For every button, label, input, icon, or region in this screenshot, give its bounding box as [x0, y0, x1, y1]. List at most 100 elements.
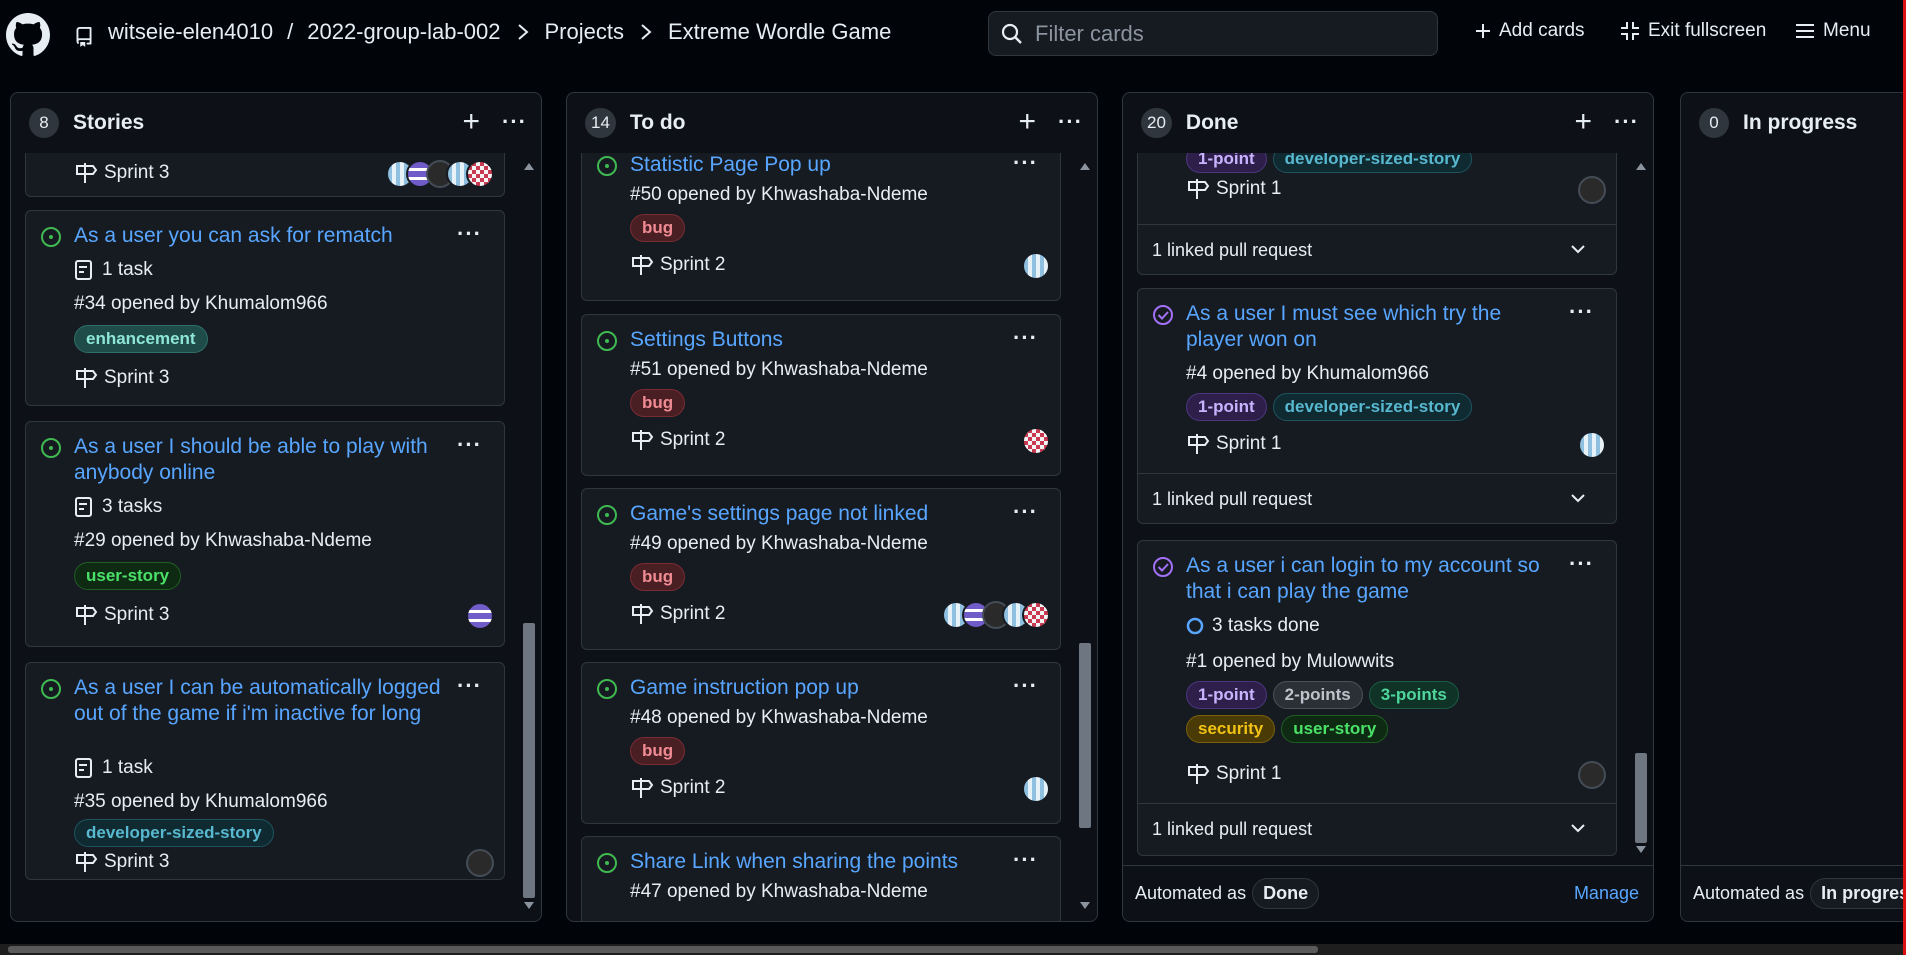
scroll-down-arrow-icon[interactable] [1080, 902, 1090, 909]
sprint-milestone: Sprint 2 [630, 429, 725, 451]
card-menu-button[interactable]: ··· [457, 673, 482, 699]
label-user-story[interactable]: user-story [1281, 715, 1389, 743]
scroll-thumb[interactable] [1079, 643, 1091, 828]
card-title[interactable]: Game's settings page not linked [630, 501, 928, 527]
card-title[interactable]: Statistic Page Pop up [630, 153, 831, 178]
avatar[interactable] [1022, 252, 1050, 280]
label-1-point[interactable]: 1-point [1186, 681, 1267, 709]
label-2-points[interactable]: 2-points [1272, 681, 1363, 709]
label-bug[interactable]: bug [630, 389, 686, 417]
chevron-down-icon[interactable] [1570, 243, 1586, 255]
filter-cards-input[interactable] [1035, 20, 1415, 47]
avatar[interactable] [1022, 601, 1050, 629]
linked-pull-request-row[interactable]: 1 linked pull request [1138, 473, 1616, 523]
chevron-down-icon[interactable] [1570, 822, 1586, 834]
avatar[interactable] [1578, 761, 1606, 789]
card-title[interactable]: As a user you can ask for rematch [74, 223, 393, 249]
breadcrumb-repo[interactable]: 2022-group-lab-002 [307, 19, 500, 45]
card-title[interactable]: Settings Buttons [630, 327, 783, 353]
card-menu-button[interactable]: ··· [1013, 847, 1038, 873]
linked-pull-request-row[interactable]: 1 linked pull request [1138, 224, 1616, 274]
breadcrumb-project[interactable]: Extreme Wordle Game [668, 19, 891, 45]
chevron-down-icon[interactable] [1570, 492, 1586, 504]
column-scrollbar[interactable] [1077, 153, 1093, 915]
card-title[interactable]: As a user I can be automatically logged … [74, 675, 444, 727]
column-menu-button[interactable]: ··· [502, 111, 527, 133]
column-cards[interactable]: Sprint 3 As a user you can ask for remat… [11, 153, 541, 921]
column-cards[interactable]: 1-point developer-sized-story Sprint 1 1… [1123, 153, 1653, 865]
issue-card[interactable]: Sprint 3 [25, 153, 505, 197]
label-developer-sized-story[interactable]: developer-sized-story [1272, 153, 1473, 173]
horizontal-scrollbar[interactable] [0, 944, 1906, 955]
avatar[interactable] [1578, 176, 1606, 204]
add-cards-button[interactable]: Add cards [1475, 20, 1585, 42]
label-developer-sized-story[interactable]: developer-sized-story [1272, 393, 1473, 421]
card-menu-button[interactable]: ··· [1013, 325, 1038, 351]
label-bug[interactable]: bug [630, 214, 686, 242]
card-menu-button[interactable]: ··· [457, 432, 482, 458]
card-menu-button[interactable]: ··· [457, 221, 482, 247]
manage-automation-link[interactable]: Manage [1574, 883, 1639, 904]
label-enhancement[interactable]: enhancement [74, 325, 208, 353]
breadcrumb-projects[interactable]: Projects [545, 19, 624, 45]
card-title[interactable]: As a user i can login to my account so t… [1186, 553, 1556, 605]
card-menu-button[interactable]: ··· [1569, 299, 1594, 325]
avatar[interactable] [1022, 775, 1050, 803]
issue-card[interactable]: As a user i can login to my account so t… [1137, 540, 1617, 856]
card-menu-button[interactable]: ··· [1013, 153, 1038, 176]
scroll-thumb[interactable] [523, 623, 535, 898]
column-scrollbar[interactable] [521, 153, 537, 915]
label-developer-sized-story[interactable]: developer-sized-story [74, 819, 274, 847]
issue-card[interactable]: Share Link when sharing the points ··· #… [581, 836, 1061, 921]
avatar[interactable] [1578, 431, 1606, 459]
add-card-button[interactable]: + [1018, 107, 1036, 137]
issue-card[interactable]: 1-point developer-sized-story Sprint 1 1… [1137, 153, 1617, 275]
issue-card[interactable]: As a user I should be able to play with … [25, 421, 505, 647]
column-scrollbar[interactable] [1633, 153, 1649, 859]
scroll-up-arrow-icon[interactable] [1636, 163, 1646, 170]
label-user-story[interactable]: user-story [74, 562, 182, 590]
scroll-up-arrow-icon[interactable] [1080, 163, 1090, 170]
issue-card[interactable]: Statistic Page Pop up ··· #50 opened by … [581, 153, 1061, 301]
label-3-points[interactable]: 3-points [1368, 681, 1459, 709]
card-title[interactable]: As a user I should be able to play with … [74, 434, 444, 486]
exit-fullscreen-button[interactable]: Exit fullscreen [1620, 20, 1766, 42]
issue-card[interactable]: As a user I can be automatically logged … [25, 662, 505, 880]
label-1-point[interactable]: 1-point [1186, 153, 1267, 173]
avatar[interactable] [466, 602, 494, 630]
card-menu-button[interactable]: ··· [1013, 499, 1038, 525]
issue-card[interactable]: Game instruction pop up ··· #48 opened b… [581, 662, 1061, 824]
menu-button[interactable]: Menu [1795, 20, 1871, 42]
label-1-point[interactable]: 1-point [1186, 393, 1267, 421]
add-card-button[interactable]: + [1574, 107, 1592, 137]
add-card-button[interactable]: + [462, 107, 480, 137]
avatar[interactable] [466, 160, 494, 188]
scroll-up-arrow-icon[interactable] [524, 163, 534, 170]
label-security[interactable]: security [1186, 715, 1276, 743]
card-menu-button[interactable]: ··· [1569, 551, 1594, 577]
scroll-down-arrow-icon[interactable] [524, 902, 534, 909]
issue-card[interactable]: Game's settings page not linked ··· #49 … [581, 488, 1061, 650]
scroll-down-arrow-icon[interactable] [1636, 846, 1646, 853]
label-bug[interactable]: bug [630, 563, 686, 591]
card-menu-button[interactable]: ··· [1013, 673, 1038, 699]
card-title[interactable]: As a user I must see which try the playe… [1186, 301, 1556, 353]
linked-pull-request-row[interactable]: 1 linked pull request [1138, 803, 1616, 855]
column-menu-button[interactable]: ··· [1058, 111, 1083, 133]
scroll-thumb[interactable] [1635, 753, 1647, 843]
filter-cards-box[interactable] [988, 11, 1438, 56]
breadcrumb-owner[interactable]: witseie-elen4010 [108, 19, 273, 45]
issue-card[interactable]: As a user you can ask for rematch ··· 1 … [25, 210, 505, 406]
issue-card[interactable]: Settings Buttons ··· #51 opened by Khwas… [581, 314, 1061, 476]
avatar[interactable] [1022, 427, 1050, 455]
issue-card[interactable]: As a user I must see which try the playe… [1137, 288, 1617, 524]
column-cards[interactable]: Statistic Page Pop up ··· #50 opened by … [567, 153, 1097, 921]
horizontal-scroll-thumb[interactable] [8, 946, 1318, 953]
avatar[interactable] [466, 849, 494, 877]
card-title[interactable]: Game instruction pop up [630, 675, 859, 701]
card-title[interactable]: Share Link when sharing the points [630, 849, 958, 875]
column-menu-button[interactable]: ··· [1614, 111, 1639, 133]
label-bug[interactable]: bug [630, 737, 686, 765]
automation-state-badge: In progres [1810, 878, 1906, 909]
github-logo-icon[interactable] [6, 13, 50, 57]
